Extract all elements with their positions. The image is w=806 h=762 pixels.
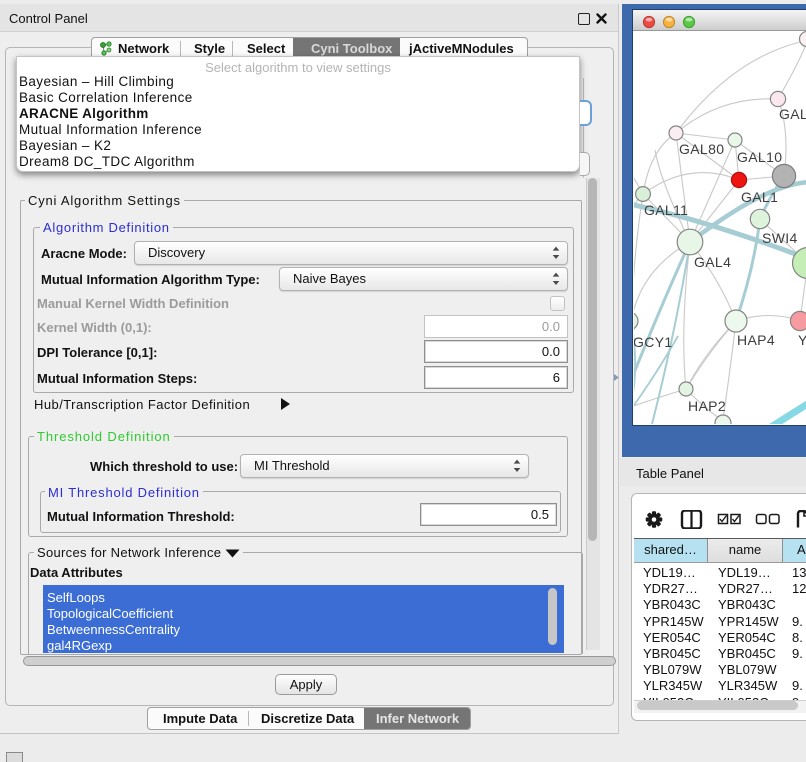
svg-text:Y: Y	[798, 332, 806, 348]
svg-text:GAL80: GAL80	[679, 141, 724, 157]
svg-text:GCY1: GCY1	[634, 334, 673, 350]
svg-text:GAL4: GAL4	[694, 254, 731, 270]
svg-text:SWI4: SWI4	[762, 230, 798, 246]
svg-text:HAP2: HAP2	[688, 398, 726, 414]
svg-text:GAL10: GAL10	[737, 149, 782, 165]
svg-text:GAL: GAL	[779, 106, 806, 122]
svg-text:HAP4: HAP4	[737, 332, 775, 348]
svg-text:GAL11: GAL11	[644, 202, 688, 218]
svg-text:GAL1: GAL1	[741, 189, 778, 205]
